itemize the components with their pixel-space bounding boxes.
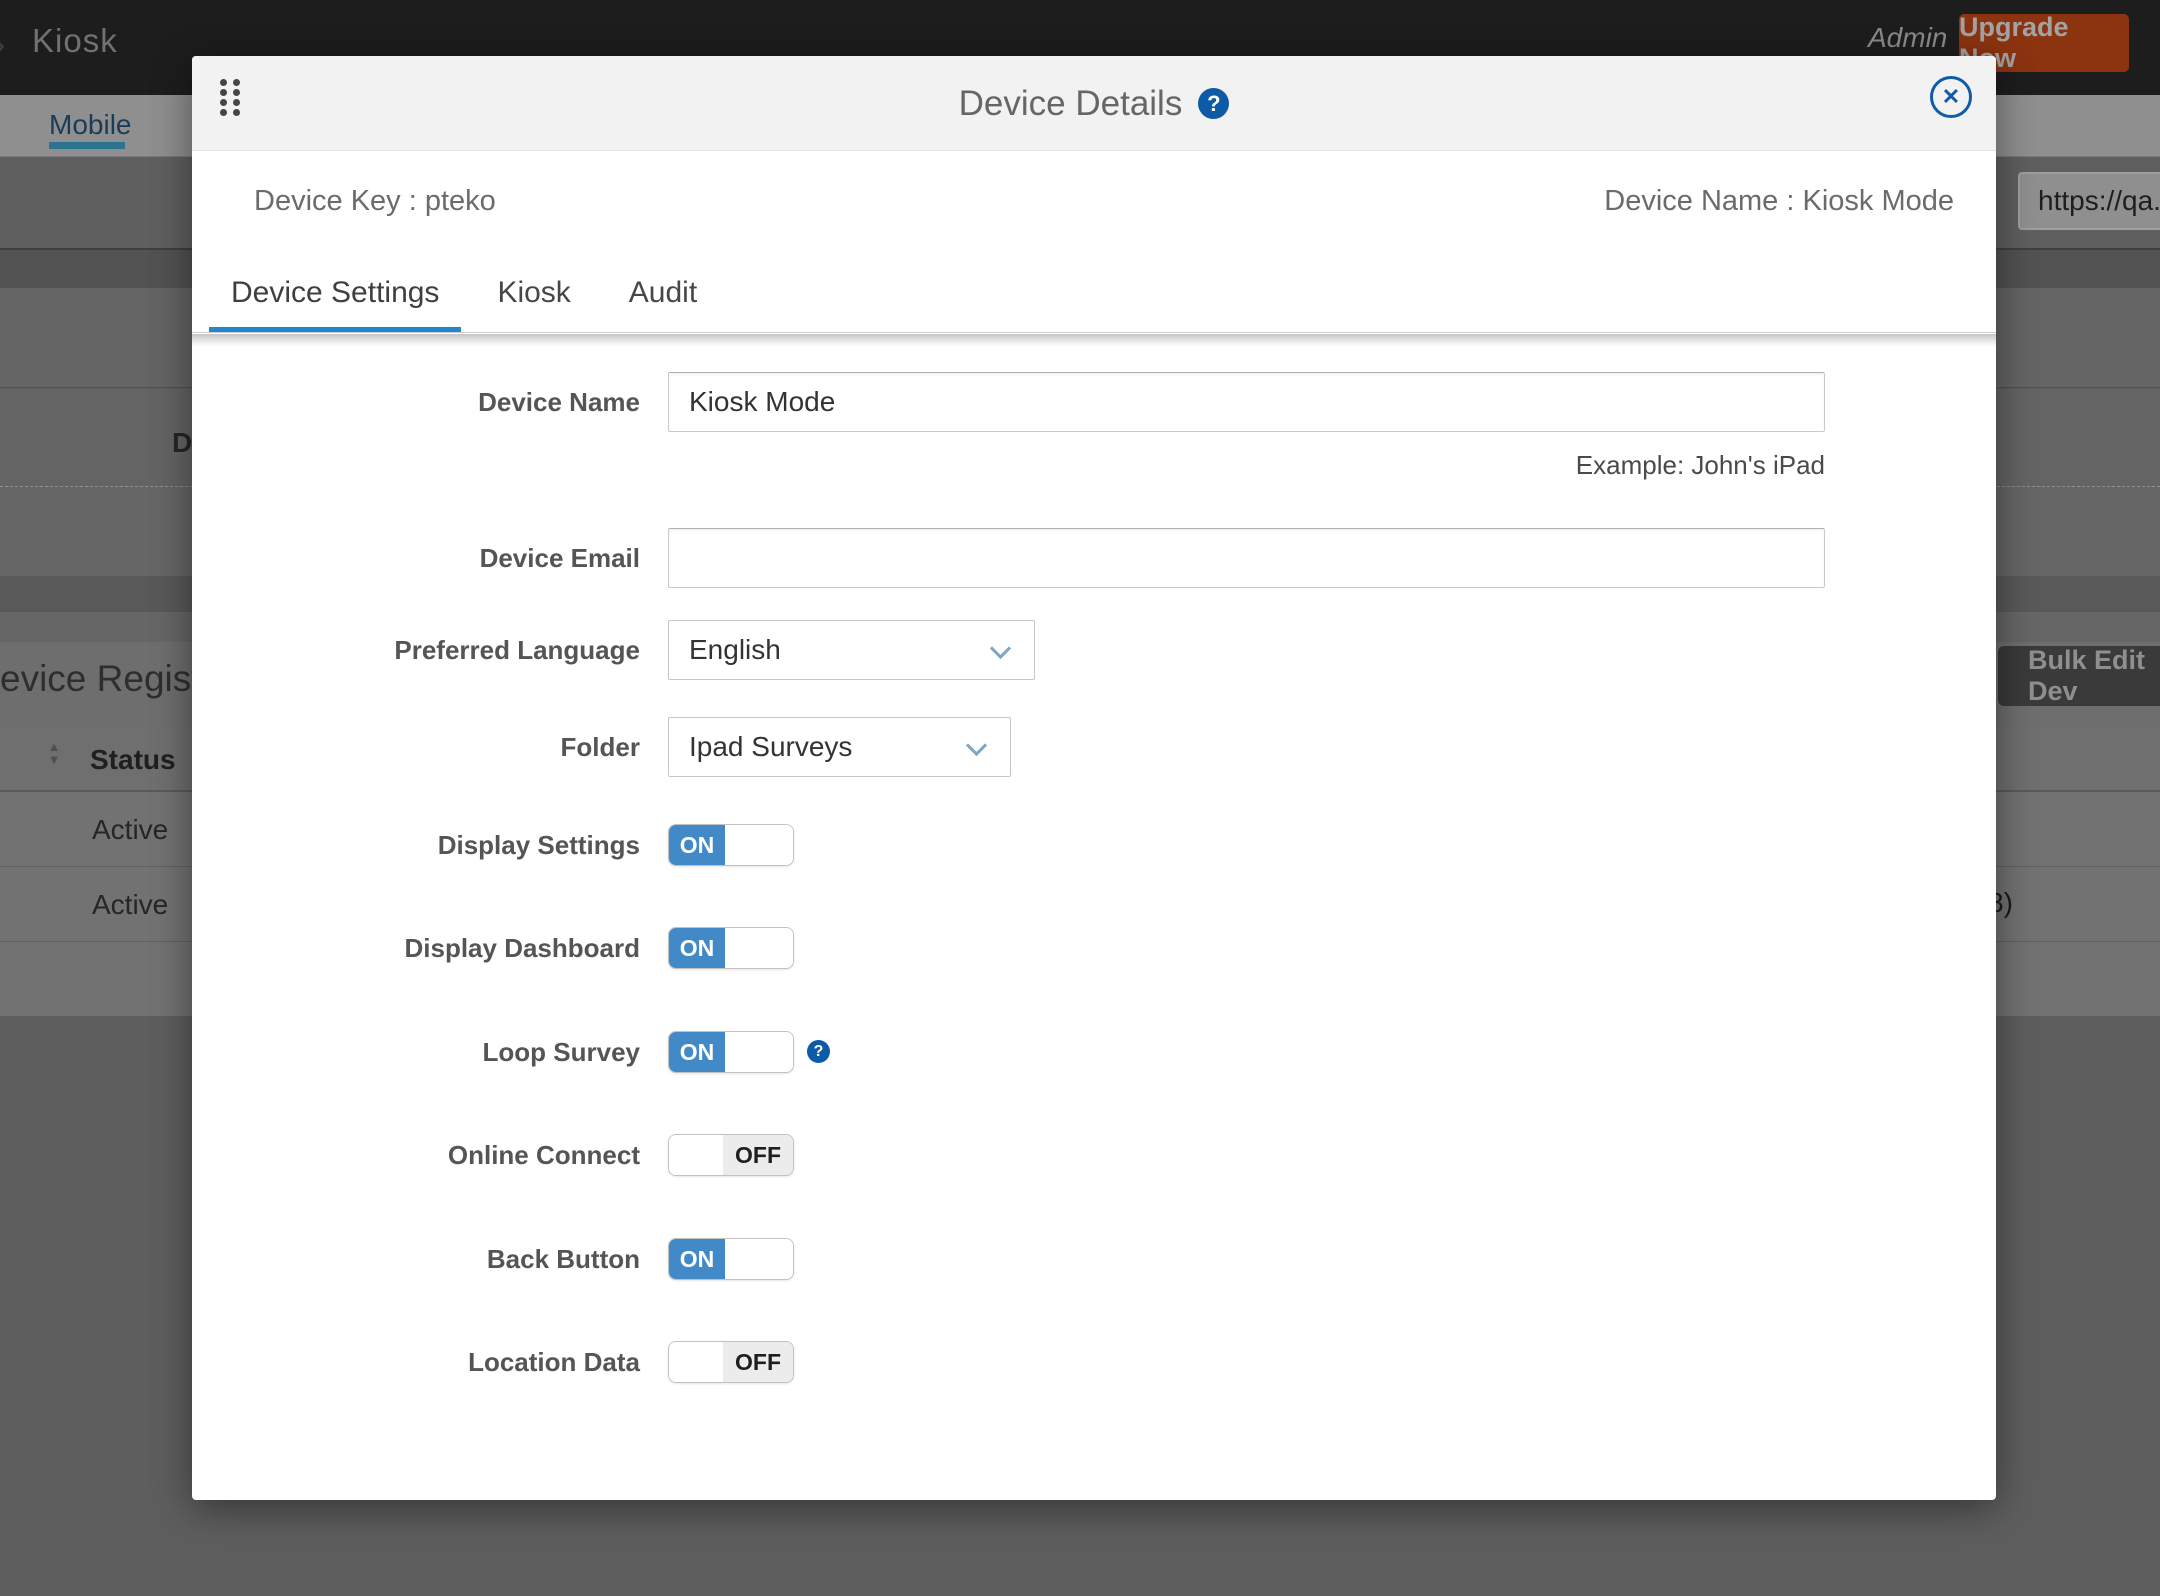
toggle-track (725, 1239, 793, 1279)
tab-bar-shadow (192, 334, 1996, 346)
device-name-input[interactable]: Kiosk Mode (668, 372, 1825, 432)
toggle-state-text: OFF (723, 1342, 793, 1382)
folder-select[interactable]: Ipad Surveys (668, 717, 1011, 777)
modal-body: Device Name Kiosk Mode Example: John's i… (192, 346, 1996, 1500)
device-details-modal: Device Details ? ✕ Device Key : pteko De… (192, 56, 1996, 1500)
screen: › Kiosk Admin Upgrade Now Mobile https:/… (0, 0, 2160, 1596)
device-name-text: Device Name : Kiosk Mode (1604, 185, 1954, 218)
sort-arrows-icon[interactable]: ▲▼ (45, 740, 63, 766)
toggle-track (725, 928, 793, 968)
tab-kiosk[interactable]: Kiosk (475, 276, 592, 332)
device-name-label: Device Name (192, 387, 640, 418)
preferred-language-select[interactable]: English (668, 620, 1035, 680)
status-column-header[interactable]: Status (90, 744, 176, 776)
toggle-track (725, 1032, 793, 1072)
folder-label: Folder (192, 732, 640, 763)
toggle-state-text: OFF (723, 1135, 793, 1175)
back-button-toggle[interactable]: ON (668, 1238, 794, 1280)
modal-title: Device Details (959, 84, 1183, 124)
display-dashboard-toggle[interactable]: ON (668, 927, 794, 969)
toggle-state-text: ON (669, 1032, 725, 1072)
device-key-text: Device Key : pteko (254, 185, 496, 218)
tab-device-settings[interactable]: Device Settings (209, 276, 461, 332)
modal-header: Device Details ? ✕ (192, 56, 1996, 151)
breadcrumb-chevron-icon: › (0, 26, 5, 65)
status-cell: Active (92, 889, 168, 921)
admin-label[interactable]: Admin (1868, 22, 1947, 54)
page-title: Kiosk (32, 22, 118, 60)
toggle-track (669, 1342, 723, 1382)
online-connect-toggle[interactable]: OFF (668, 1134, 794, 1176)
tab-mobile-underline (49, 142, 125, 149)
device-registrations-heading: evice Registr (0, 658, 214, 700)
display-dashboard-label: Display Dashboard (192, 933, 640, 964)
toggle-state-text: ON (669, 825, 725, 865)
url-input[interactable]: https://qa. (2018, 172, 2160, 230)
chevron-down-icon (966, 735, 987, 756)
device-email-label: Device Email (192, 543, 640, 574)
help-icon[interactable]: ? (1198, 88, 1229, 119)
device-name-helper-text: Example: John's iPad (668, 450, 1825, 481)
clipped-label-fragment: D (172, 427, 192, 459)
loop-survey-help-icon[interactable]: ? (807, 1040, 830, 1063)
back-button-label: Back Button (192, 1244, 640, 1275)
device-email-input[interactable] (668, 528, 1825, 588)
preferred-language-value: English (689, 634, 781, 666)
loop-survey-toggle[interactable]: ON (668, 1031, 794, 1073)
location-data-toggle[interactable]: OFF (668, 1341, 794, 1383)
preferred-language-label: Preferred Language (192, 635, 640, 666)
toggle-state-text: ON (669, 1239, 725, 1279)
status-cell: Active (92, 814, 168, 846)
loop-survey-label: Loop Survey (192, 1037, 640, 1068)
toggle-track (669, 1135, 723, 1175)
online-connect-label: Online Connect (192, 1140, 640, 1171)
close-icon[interactable]: ✕ (1930, 76, 1972, 118)
modal-tab-bar: Device Settings Kiosk Audit (192, 251, 1996, 333)
folder-value: Ipad Surveys (689, 731, 852, 763)
chevron-down-icon (990, 638, 1011, 659)
display-settings-toggle[interactable]: ON (668, 824, 794, 866)
display-settings-label: Display Settings (192, 830, 640, 861)
toggle-track (725, 825, 793, 865)
tab-audit[interactable]: Audit (607, 276, 719, 332)
location-data-label: Location Data (192, 1347, 640, 1378)
sort-down-icon: ▼ (48, 752, 61, 767)
tab-mobile[interactable]: Mobile (49, 109, 131, 141)
toggle-state-text: ON (669, 928, 725, 968)
bulk-edit-devices-button[interactable]: Bulk Edit Dev (1998, 646, 2160, 706)
modal-subheader: Device Key : pteko Device Name : Kiosk M… (192, 151, 1996, 251)
